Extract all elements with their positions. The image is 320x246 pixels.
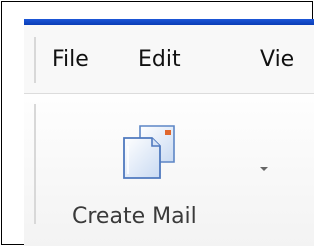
create-mail-button[interactable]: Create Mail	[64, 106, 214, 229]
menu-file[interactable]: File	[52, 47, 89, 72]
create-mail-icon	[123, 125, 175, 179]
menubar-grip[interactable]	[34, 37, 36, 83]
toolbar-grip[interactable]	[34, 104, 36, 224]
create-mail-label: Create Mail	[72, 204, 197, 229]
toolbar: Create Mail	[24, 94, 314, 246]
menu-bar: File Edit Vie	[24, 25, 314, 94]
chevron-down-icon[interactable]	[260, 167, 268, 171]
menu-edit[interactable]: Edit	[138, 47, 181, 72]
menu-view[interactable]: Vie	[260, 47, 294, 72]
